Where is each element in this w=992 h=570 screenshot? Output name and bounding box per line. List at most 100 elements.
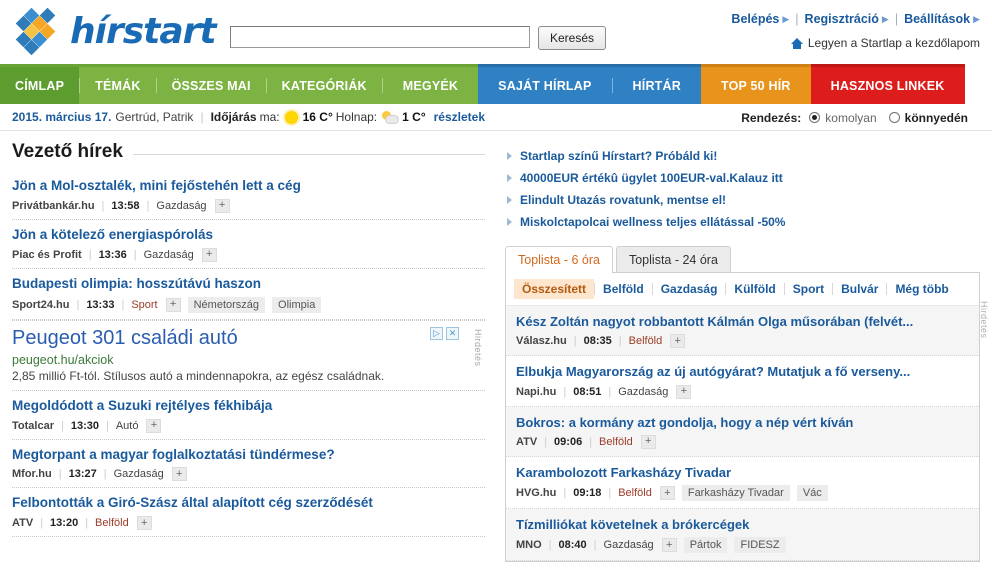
promo-link[interactable]: Startlap színű Hírstart? Próbáld ki! [507,145,972,167]
news-item[interactable]: Budapesti olimpia: hosszútávú haszon Spo… [12,269,485,320]
news-title[interactable]: Bokros: a kormány azt gondolja, hogy a n… [516,415,969,431]
expand-button[interactable]: + [201,247,217,262]
news-source[interactable]: ATV [516,436,537,448]
login-link[interactable]: Belépés [731,12,779,26]
sort-option-komolyan[interactable]: komolyan [809,111,877,125]
settings-link[interactable]: Beállítások [904,12,970,26]
expand-button[interactable]: + [171,467,187,482]
nav-item-hirtar[interactable]: HÍRTÁR [613,67,701,104]
news-category[interactable]: Belföld [95,517,129,529]
expand-button[interactable]: + [214,198,230,213]
news-tag[interactable]: Vác [796,485,828,501]
subtab-meg-tobb[interactable]: Még több [887,279,956,299]
news-source[interactable]: HVG.hu [516,487,556,499]
news-category[interactable]: Gazdaság [114,468,164,480]
news-title[interactable]: Felbontották a Giró-Szász által alapítot… [12,495,485,512]
news-source[interactable]: Napi.hu [516,386,556,398]
promo-label: 40000EUR értékû ügylet 100EUR-val.Kalauz… [520,171,783,185]
subtab-osszesitett[interactable]: Összesített [514,279,595,299]
subtab-gazdasag[interactable]: Gazdaság [653,279,726,299]
promo-link[interactable]: 40000EUR értékû ügylet 100EUR-val.Kalauz… [507,167,972,189]
news-item[interactable]: Jön a kötelező energiaspórolás Piac és P… [12,220,485,269]
adchoices-icon[interactable]: ▷ [430,326,443,340]
nav-item-temak[interactable]: TÉMÁK [80,67,155,104]
news-tag[interactable]: Pártok [683,537,728,554]
nav-item-osszes-mai[interactable]: ÖSSZES MAI [157,67,266,104]
subtab-sport[interactable]: Sport [785,279,832,299]
news-source[interactable]: MNO [516,539,542,551]
expand-button[interactable]: + [676,384,692,399]
promo-link[interactable]: Elindult Utazás rovatunk, mentse el! [507,189,972,211]
close-icon[interactable]: ✕ [446,326,459,340]
news-title[interactable]: Elbukja Magyarország az új autógyárat? M… [516,364,969,380]
ad-title[interactable]: Peugeot 301 családi autó [12,327,485,350]
meta-divider: | [133,248,137,261]
nav-item-sajat-hirlap[interactable]: SAJÁT HÍRLAP [478,67,611,104]
ad-url[interactable]: peugeot.hu/akciok [12,353,485,367]
subtab-kulfold[interactable]: Külföld [726,279,783,299]
news-category[interactable]: Gazdaság [144,249,194,261]
weather-details-link[interactable]: részletek [434,110,485,124]
news-source[interactable]: Mfor.hu [12,468,52,480]
news-item[interactable]: Megtorpant a magyar foglalkoztatási tünd… [12,440,485,489]
tab-toplista-6-ora[interactable]: Toplista - 6 óra [505,246,613,273]
expand-button[interactable]: + [136,516,152,531]
news-title[interactable]: Megtorpant a magyar foglalkoztatási tünd… [12,447,485,464]
news-item[interactable]: Felbontották a Giró-Szász által alapítot… [12,488,485,538]
news-title[interactable]: Jön a kötelező energiaspórolás [12,227,485,244]
subtab-belfold[interactable]: Belföld [595,279,652,299]
list-item[interactable]: Elbukja Magyarország az új autógyárat? M… [506,356,979,407]
news-title[interactable]: Megoldódott a Suzuki rejtélyes fékhibája [12,398,485,415]
expand-button[interactable]: + [661,538,677,553]
news-source[interactable]: Sport24.hu [12,299,69,311]
list-item[interactable]: Bokros: a kormány azt gondolja, hogy a n… [506,406,979,457]
set-homepage-link[interactable]: Legyen a Startlap a kezdőlapom [790,36,980,50]
news-source[interactable]: Válasz.hu [516,335,567,347]
expand-button[interactable]: + [670,334,686,349]
meta-divider: | [105,419,109,432]
news-category[interactable]: Sport [131,299,157,311]
nav-item-top-50-hir[interactable]: TOP 50 HÍR [701,67,811,104]
expand-button[interactable]: + [640,434,656,449]
expand-button[interactable]: + [165,297,181,312]
nav-item-kategoriak[interactable]: KATEGÓRIÁK [267,67,382,104]
nav-item-cimlap[interactable]: CÍMLAP [0,67,80,104]
news-tag[interactable]: Németország [187,296,266,313]
search-input[interactable] [230,26,530,48]
search-button[interactable]: Keresés [538,26,607,50]
news-category[interactable]: Belföld [618,487,652,499]
list-item[interactable]: Tízmilliókat követelnek a brókercégek MN… [506,509,979,562]
list-item[interactable]: Karambolozott Farkasházy Tivadar HVG.hu … [506,457,979,509]
news-item[interactable]: Megoldódott a Suzuki rejtélyes fékhibája… [12,391,485,440]
news-category[interactable]: Belföld [599,436,633,448]
news-title[interactable]: Kész Zoltán nagyot robbantott Kálmán Olg… [516,314,969,330]
news-title[interactable]: Tízmilliókat követelnek a brókercégek [516,517,969,533]
list-item[interactable]: Kész Zoltán nagyot robbantott Kálmán Olg… [506,306,979,357]
expand-button[interactable]: + [146,418,162,433]
news-source[interactable]: Totalcar [12,420,54,432]
news-category[interactable]: Gazdaság [156,200,206,212]
subtab-bulvar[interactable]: Bulvár [833,279,886,299]
news-source[interactable]: ATV [12,517,33,529]
news-title[interactable]: Karambolozott Farkasházy Tivadar [516,465,969,481]
news-source[interactable]: Piac és Profit [12,249,82,261]
expand-button[interactable]: + [659,486,675,500]
news-source[interactable]: Privátbankár.hu [12,200,95,212]
news-title[interactable]: Budapesti olimpia: hosszútávú haszon [12,276,485,293]
news-category[interactable]: Gazdaság [618,386,668,398]
site-logo[interactable]: hírstart [14,7,217,56]
news-title[interactable]: Jön a Mol-osztalék, mini fejőstehén lett… [12,178,485,195]
news-item[interactable]: Jön a Mol-osztalék, mini fejőstehén lett… [12,171,485,220]
promo-link[interactable]: Miskolctapolcai wellness teljes ellátáss… [507,211,972,233]
sort-option-konnyeden[interactable]: könnyedén [888,111,968,125]
news-tag[interactable]: FIDESZ [734,537,786,554]
news-category[interactable]: Belföld [629,335,663,347]
tab-toplista-24-ora[interactable]: Toplista - 24 óra [615,246,731,273]
register-link[interactable]: Regisztráció [805,12,879,26]
nav-item-megyek[interactable]: MEGYÉK [383,67,478,104]
nav-item-hasznos-linkek[interactable]: HASZNOS LINKEK [811,67,965,104]
news-tag[interactable]: Farkasházy Tivadar [681,485,790,501]
news-tag[interactable]: Olimpia [272,296,322,313]
news-category[interactable]: Autó [116,420,139,432]
news-category[interactable]: Gazdaság [604,539,654,551]
